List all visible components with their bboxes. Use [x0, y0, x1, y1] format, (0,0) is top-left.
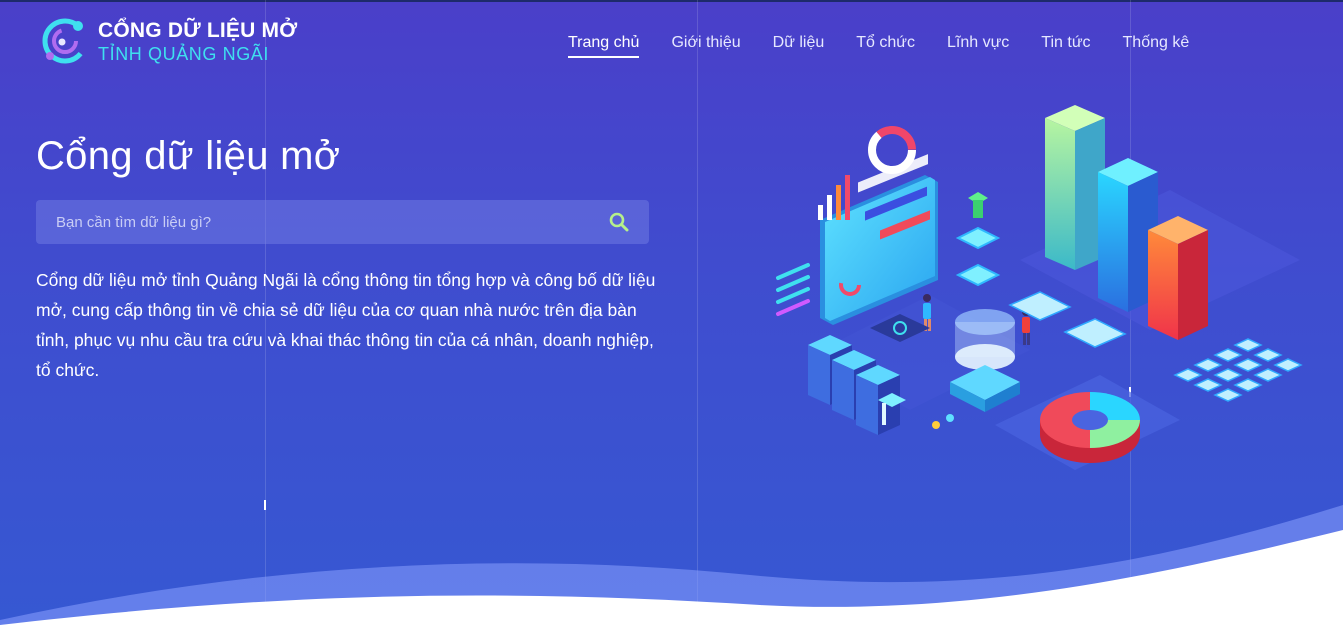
search-icon — [609, 212, 629, 232]
nav-item-about[interactable]: Giới thiệu — [671, 34, 740, 58]
search-button[interactable] — [589, 200, 649, 244]
bar-green — [1045, 105, 1105, 270]
hero-description: Cổng dữ liệu mở tỉnh Quảng Ngãi là cổng … — [36, 270, 656, 380]
logo-title: CỔNG DỮ LIỆU MỞ — [98, 18, 298, 42]
bar-orange — [1148, 216, 1208, 340]
site-logo[interactable]: CỔNG DỮ LIỆU MỞ TỈNH QUẢNG NGÃI — [38, 14, 297, 68]
search-bar — [36, 200, 649, 244]
bottom-wave — [0, 505, 1343, 625]
nav-item-news[interactable]: Tin tức — [1041, 34, 1090, 58]
nav-item-organizations[interactable]: Tổ chức — [856, 34, 915, 58]
search-input[interactable] — [36, 200, 589, 244]
dashboard-screen — [820, 154, 938, 325]
nav-item-data[interactable]: Dữ liệu — [773, 34, 825, 58]
nav-item-fields[interactable]: Lĩnh vực — [947, 34, 1009, 58]
main-nav: Trang chủ Giới thiệu Dữ liệu Tổ chức Lĩn… — [568, 34, 1221, 58]
page-title: Cổng dữ liệu mở — [36, 134, 341, 178]
top-border — [0, 0, 1343, 2]
data-illustration — [776, 105, 1303, 470]
nav-item-statistics[interactable]: Thống kê — [1123, 34, 1190, 58]
logo-icon — [42, 18, 88, 64]
logo-subtitle: TỈNH QUẢNG NGÃI — [98, 43, 270, 64]
pie-chart-illustration — [1040, 392, 1140, 463]
nav-item-home[interactable]: Trang chủ — [568, 34, 640, 58]
